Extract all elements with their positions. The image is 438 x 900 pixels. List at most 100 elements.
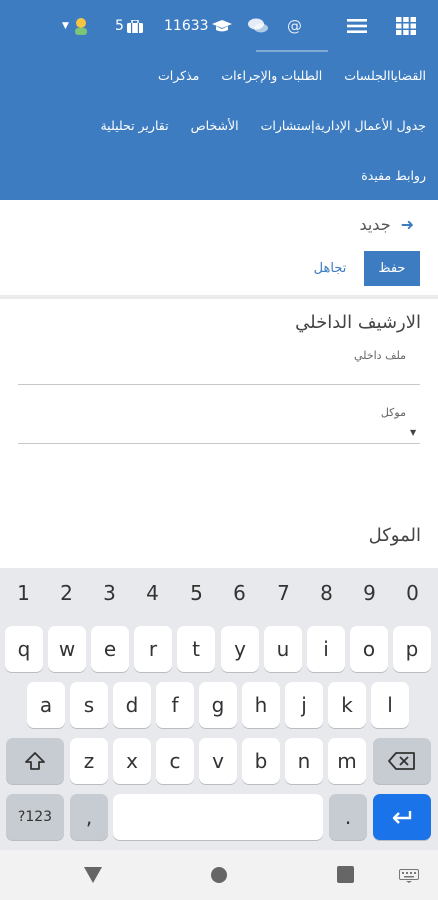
recents-square-icon <box>337 866 354 883</box>
points-count: 11633 <box>164 18 209 34</box>
key-4[interactable]: 4 <box>131 581 174 605</box>
key-7[interactable]: 7 <box>262 581 305 605</box>
symbols-key[interactable]: ?123 <box>6 794 64 840</box>
key-c[interactable]: c <box>156 738 194 784</box>
key-u[interactable]: u <box>264 626 302 672</box>
page-title: جديد <box>359 215 391 234</box>
comma-key[interactable]: , <box>70 794 108 840</box>
apps-grid-button[interactable] <box>396 14 416 38</box>
key-6[interactable]: 6 <box>218 581 261 605</box>
nav-item-useful-links[interactable]: روابط مفيدة <box>361 168 426 183</box>
key-h[interactable]: h <box>242 682 280 728</box>
mentions-button[interactable]: @ <box>287 14 302 38</box>
client-label: موكل <box>380 406 406 419</box>
shift-arrow-icon <box>25 752 45 770</box>
number-row: 1 2 3 4 5 6 7 8 9 0 <box>0 568 438 620</box>
chat-bubbles-icon <box>248 18 268 33</box>
key-d[interactable]: d <box>113 682 151 728</box>
recents-nav-button[interactable] <box>337 866 354 887</box>
at-sign-icon: @ <box>287 17 302 35</box>
graduation-cap-icon <box>211 19 232 31</box>
back-nav-button[interactable] <box>84 867 102 887</box>
key-p[interactable]: p <box>393 626 431 672</box>
client-select[interactable] <box>18 443 420 444</box>
hamburger-menu-button[interactable] <box>347 14 367 38</box>
key-k[interactable]: k <box>328 682 366 728</box>
key-e[interactable]: e <box>91 626 129 672</box>
key-t[interactable]: t <box>177 626 215 672</box>
key-8[interactable]: 8 <box>305 581 348 605</box>
key-j[interactable]: j <box>285 682 323 728</box>
enter-arrow-icon <box>392 811 412 824</box>
nav-item-persons[interactable]: الأشخاص <box>169 118 239 133</box>
app-header: ▼ 5 11633 @ القضايا الجلسات الطلبات والإ… <box>0 0 438 200</box>
chat-button[interactable] <box>248 14 268 38</box>
select-caret-icon[interactable]: ▼ <box>410 428 416 437</box>
key-q[interactable]: q <box>5 626 43 672</box>
app-root: ▼ 5 11633 @ القضايا الجلسات الطلبات والإ… <box>0 0 438 900</box>
backspace-icon <box>388 752 415 770</box>
internal-file-label: ملف داخلي <box>354 349 406 362</box>
avatar-icon <box>74 18 87 35</box>
page-heading: جديد ➜ <box>359 215 414 234</box>
briefcase-icon <box>126 19 143 33</box>
period-key[interactable]: . <box>329 794 367 840</box>
section-internal-archive-title: الارشيف الداخلي <box>295 312 421 333</box>
hamburger-icon <box>347 19 367 33</box>
nav-row-3: روابط مفيدة <box>361 168 426 183</box>
shift-key[interactable] <box>6 738 64 784</box>
key-w[interactable]: w <box>48 626 86 672</box>
nav-item-consultations[interactable]: إستشارات <box>239 118 315 133</box>
key-1[interactable]: 1 <box>2 581 45 605</box>
nav-item-memos[interactable]: مذكرات <box>136 68 199 83</box>
key-r[interactable]: r <box>134 626 172 672</box>
key-n[interactable]: n <box>285 738 323 784</box>
nav-item-cases[interactable]: القضايا <box>390 68 426 83</box>
back-arrow-icon[interactable]: ➜ <box>401 215 414 234</box>
enter-key[interactable] <box>373 794 431 840</box>
key-5[interactable]: 5 <box>175 581 218 605</box>
dropdown-caret-icon: ▼ <box>62 21 69 31</box>
briefcase-count: 5 <box>115 18 124 34</box>
key-a[interactable]: a <box>27 682 65 728</box>
keyboard-icon <box>399 869 419 883</box>
key-f[interactable]: f <box>156 682 194 728</box>
space-key[interactable] <box>113 794 323 840</box>
key-9[interactable]: 9 <box>348 581 391 605</box>
key-x[interactable]: x <box>113 738 151 784</box>
internal-file-field[interactable] <box>18 384 420 385</box>
active-tab-indicator <box>256 50 328 52</box>
key-o[interactable]: o <box>350 626 388 672</box>
key-2[interactable]: 2 <box>45 581 88 605</box>
key-g[interactable]: g <box>199 682 237 728</box>
key-z[interactable]: z <box>70 738 108 784</box>
divider <box>0 295 438 299</box>
keyboard-switch-button[interactable] <box>399 868 419 887</box>
points-counter[interactable]: 11633 <box>164 14 232 38</box>
nav-row-1: القضايا الجلسات الطلبات والإجراءات مذكرا… <box>136 68 426 83</box>
nav-item-sessions[interactable]: الجلسات <box>322 68 390 83</box>
key-3[interactable]: 3 <box>88 581 131 605</box>
key-v[interactable]: v <box>199 738 237 784</box>
user-menu[interactable]: ▼ <box>62 14 89 38</box>
home-nav-button[interactable] <box>210 866 228 888</box>
briefcase-counter[interactable]: 5 <box>115 14 143 38</box>
section-client-title: الموكل <box>368 525 421 546</box>
ignore-button[interactable]: تجاهل <box>305 251 355 286</box>
save-button[interactable]: حفظ <box>364 251 420 286</box>
back-triangle-icon <box>84 867 102 883</box>
nav-item-requests[interactable]: الطلبات والإجراءات <box>199 68 322 83</box>
key-0[interactable]: 0 <box>391 581 434 605</box>
backspace-key[interactable] <box>373 738 431 784</box>
key-l[interactable]: l <box>371 682 409 728</box>
key-s[interactable]: s <box>70 682 108 728</box>
nav-item-admin-agenda[interactable]: جدول الأعمال الإدارية <box>315 118 426 133</box>
home-circle-icon <box>211 867 227 883</box>
nav-item-reports[interactable]: تقارير تحليلية <box>78 118 168 133</box>
key-m[interactable]: m <box>328 738 366 784</box>
grid-icon <box>396 17 416 35</box>
key-y[interactable]: y <box>221 626 259 672</box>
key-b[interactable]: b <box>242 738 280 784</box>
key-i[interactable]: i <box>307 626 345 672</box>
top-toolbar: ▼ 5 11633 @ <box>0 0 438 52</box>
